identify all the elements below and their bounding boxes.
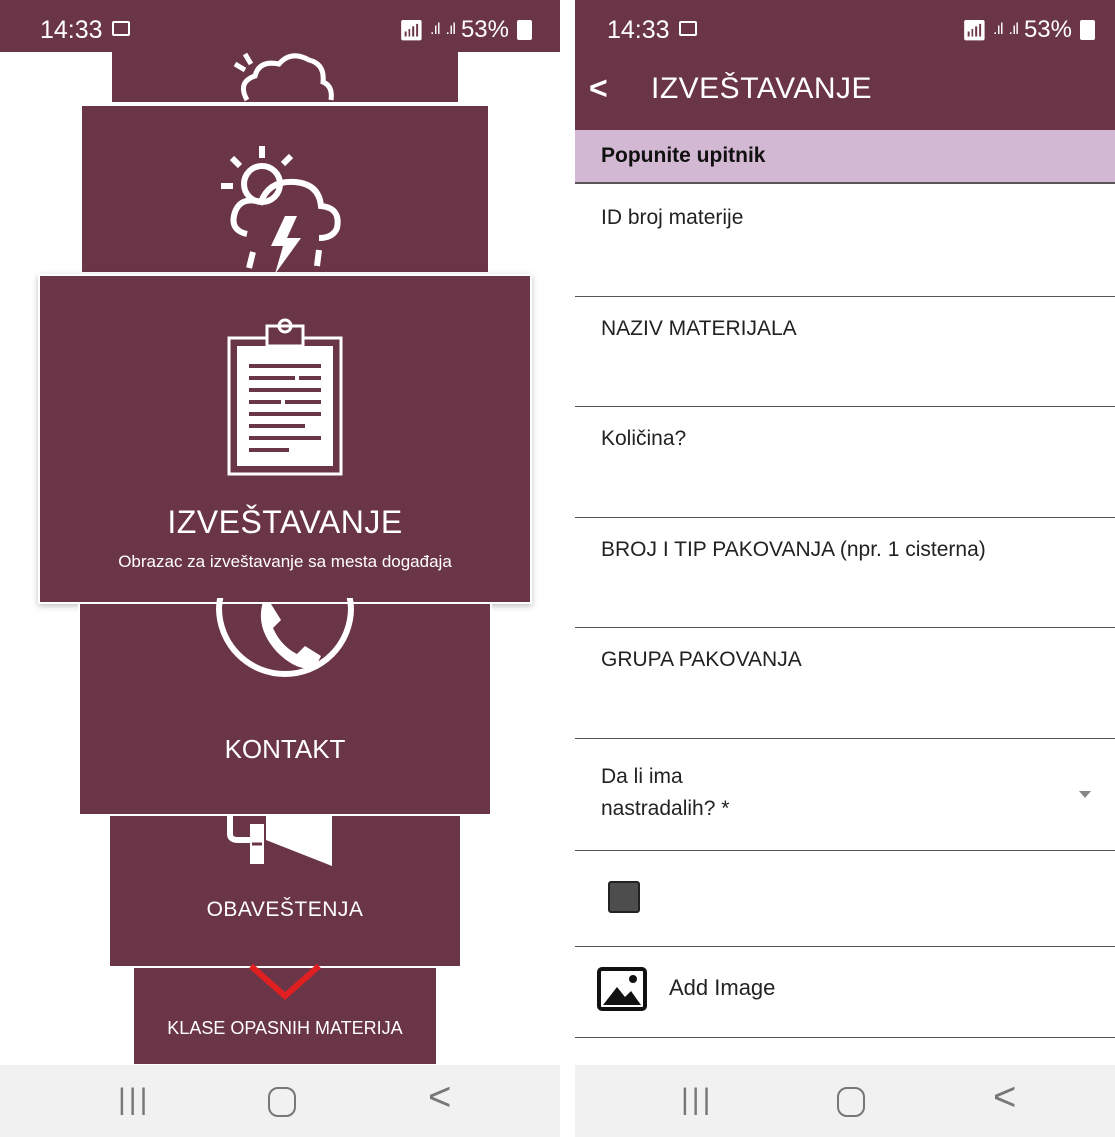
wifi-icon: 📶︎ (398, 19, 425, 42)
id-broj-field[interactable]: ID broj materije (575, 186, 1115, 297)
add-image-label: Add Image (669, 975, 776, 1000)
battery-icon (517, 20, 532, 40)
status-indicators: 📶︎ .ıl .ıl 53% (962, 16, 1095, 44)
battery-percent: 53% (460, 16, 509, 43)
wifi-icon: 📶︎ (961, 19, 988, 42)
nastradalih-label: Da li ima nastradalih? * (601, 765, 730, 820)
status-indicators: 📶︎ .ıl .ıl 53% (399, 16, 532, 44)
klase-label: KLASE OPASNIH MATERIJA (167, 1018, 403, 1038)
signal-icon: .ıl (430, 21, 441, 38)
gallery-notification-icon (112, 21, 130, 36)
recents-button[interactable]: ||| (681, 1083, 713, 1117)
recents-button[interactable]: ||| (118, 1083, 150, 1117)
kolicina-field[interactable]: Količina? (575, 407, 1115, 518)
grupa-pakovanja-label: GRUPA PAKOVANJA (601, 648, 802, 671)
izvestavanje-subtitle: Obrazac za izveštavanje sa mesta događaj… (118, 552, 452, 571)
section-header-label: Popunite upitnik (601, 144, 766, 167)
broj-tip-pakovanja-field[interactable]: BROJ I TIP PAKOVANJA (npr. 1 cisterna) (575, 518, 1115, 628)
page-title: IZVEŠTAVANJE (651, 72, 873, 105)
izvestavanje-title: IZVEŠTAVANJE (167, 504, 403, 540)
signal-icon-2: .ıl (1008, 21, 1020, 38)
weather-card[interactable] (80, 104, 490, 274)
megaphone-icon (227, 814, 332, 866)
status-time: 14:33 (607, 16, 670, 44)
app-bar: < IZVEŠTAVANJE (575, 52, 1115, 130)
status-bar: 14:33 📶︎ .ıl .ıl 53% (0, 0, 560, 52)
signal-icon-2: .ıl (445, 21, 457, 38)
naziv-materijala-field[interactable]: NAZIV MATERIJALA (575, 297, 1115, 407)
clipboard-icon (227, 318, 343, 476)
obavestenja-label: OBAVEŠTENJA (206, 898, 364, 921)
gallery-notification-icon (679, 21, 697, 36)
image-icon (597, 967, 647, 1011)
broj-tip-pakovanja-label: BROJ I TIP PAKOVANJA (npr. 1 cisterna) (601, 538, 986, 561)
izvestavanje-card[interactable]: IZVEŠTAVANJE Obrazac za izveštavanje sa … (38, 274, 532, 604)
checkbox-row (575, 851, 1115, 947)
navigation-bar: ||| < (0, 1065, 560, 1137)
add-image-row[interactable]: Add Image (575, 947, 1115, 1038)
battery-percent: 53% (1023, 16, 1072, 43)
nastradalih-dropdown[interactable]: Da li ima nastradalih? * (575, 739, 1115, 851)
left-screen: 14:33 📶︎ .ıl .ıl 53% IZVEŠTAVANJE Obraza… (0, 0, 560, 1137)
naziv-materijala-label: NAZIV MATERIJALA (601, 317, 797, 340)
back-nav-button[interactable]: < (993, 1075, 1016, 1120)
navigation-bar: ||| < (575, 1065, 1115, 1137)
checkbox[interactable] (608, 881, 640, 913)
battery-icon (1080, 20, 1095, 40)
back-nav-button[interactable]: < (428, 1075, 451, 1120)
status-time: 14:33 (40, 16, 103, 44)
home-button[interactable] (837, 1087, 865, 1117)
status-bar: 14:33 📶︎ .ıl .ıl 53% (575, 0, 1115, 52)
kontakt-card[interactable]: KONTAKT (78, 598, 492, 816)
cloud-card[interactable] (110, 52, 460, 102)
obavestenja-card[interactable]: OBAVEŠTENJA (108, 814, 462, 968)
grupa-pakovanja-field[interactable]: GRUPA PAKOVANJA (575, 628, 1115, 739)
cloud-icon (233, 52, 334, 102)
phone-icon (216, 598, 354, 677)
back-button[interactable]: < (589, 70, 608, 107)
id-broj-label: ID broj materije (601, 206, 744, 229)
klase-card[interactable]: KLASE OPASNIH MATERIJA (132, 964, 438, 1066)
storm-weather-icon (221, 146, 341, 274)
dropdown-arrow-icon (1079, 791, 1091, 798)
hazard-diamond-icon (249, 964, 321, 1000)
right-screen: 14:33 📶︎ .ıl .ıl 53% < IZVEŠTAVANJE Popu… (575, 0, 1115, 1137)
section-header: Popunite upitnik (575, 130, 1115, 184)
home-button[interactable] (268, 1087, 296, 1117)
kontakt-label: KONTAKT (224, 734, 346, 764)
signal-icon: .ıl (993, 21, 1004, 38)
kolicina-label: Količina? (601, 427, 687, 450)
